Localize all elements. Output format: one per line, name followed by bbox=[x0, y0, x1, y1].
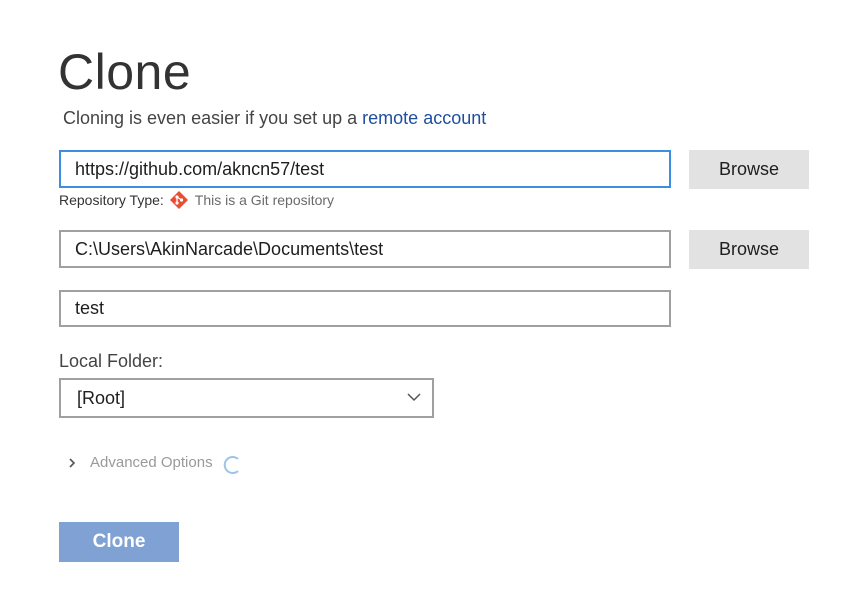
advanced-options-label: Advanced Options bbox=[90, 454, 213, 471]
git-icon bbox=[169, 190, 189, 210]
page-subtitle: Cloning is even easier if you set up a r… bbox=[63, 107, 486, 129]
advanced-options-toggle[interactable]: Advanced Options bbox=[66, 454, 213, 471]
repository-name-input[interactable] bbox=[59, 290, 671, 327]
clone-button[interactable]: Clone bbox=[59, 522, 179, 562]
clone-page: Clone Cloning is even easier if you set … bbox=[0, 0, 862, 590]
loading-spinner-icon bbox=[223, 456, 239, 474]
page-title: Clone bbox=[58, 44, 192, 100]
remote-account-link[interactable]: remote account bbox=[362, 108, 486, 128]
local-folder-selected: [Root] bbox=[77, 388, 126, 408]
browse-repository-button[interactable]: Browse bbox=[689, 150, 809, 189]
local-folder-label: Local Folder: bbox=[59, 351, 164, 371]
repository-type-note: This is a Git repository bbox=[194, 192, 335, 208]
repository-url-input[interactable] bbox=[59, 150, 671, 188]
repository-type-label: Repository Type: bbox=[59, 192, 164, 208]
browse-local-path-button[interactable]: Browse bbox=[689, 230, 809, 269]
chevron-down-icon bbox=[407, 393, 421, 402]
chevron-right-icon bbox=[69, 457, 76, 468]
repository-type-row: Repository Type: This is a Git repositor… bbox=[59, 190, 334, 210]
local-folder-dropdown[interactable]: [Root] bbox=[59, 378, 434, 418]
subtitle-text: Cloning is even easier if you set up a bbox=[63, 108, 363, 128]
local-path-input[interactable] bbox=[59, 230, 671, 268]
